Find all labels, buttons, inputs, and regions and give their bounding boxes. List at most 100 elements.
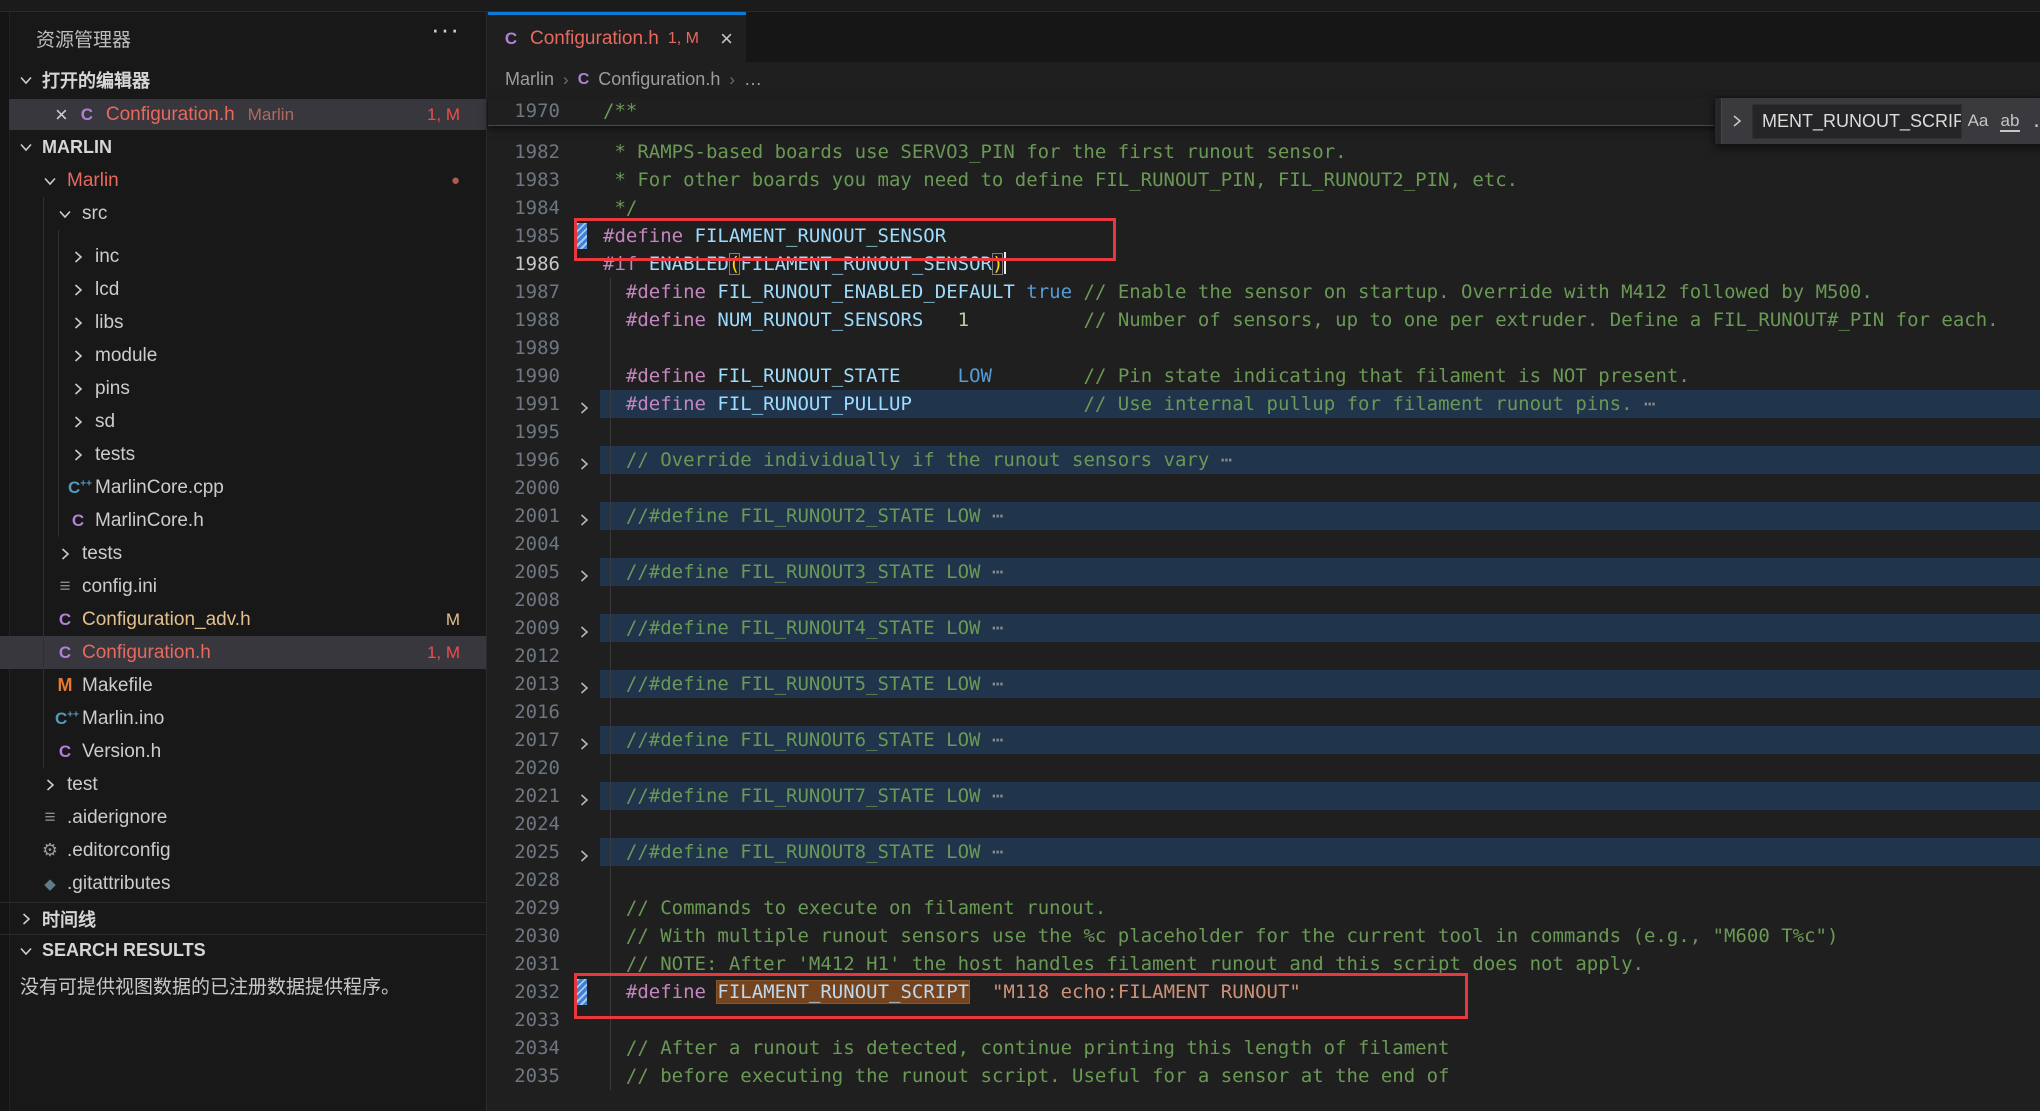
tree-item--editorconfig[interactable]: ⚙.editorconfig [0, 834, 486, 867]
breadcrumb[interactable]: Marlin › C Configuration.h › … [488, 62, 2040, 97]
tree-item-configuration-h[interactable]: CConfiguration.h1, M [0, 636, 486, 669]
tree-item-config-ini[interactable]: ≡config.ini [0, 570, 486, 603]
chevron-down-icon[interactable] [40, 173, 60, 189]
chevron-right-icon[interactable] [68, 447, 88, 463]
fold-chevron-icon[interactable] [576, 732, 596, 748]
fold-chevron-icon[interactable] [576, 788, 596, 804]
code-line-2024[interactable]: 2024 [488, 810, 2040, 838]
code-line-2013[interactable]: 2013 //#define FIL_RUNOUT5_STATE LOW ⋯ [488, 670, 2040, 698]
find-widget-grip[interactable] [1715, 98, 1722, 144]
code-line-2000[interactable]: 2000 [488, 474, 2040, 502]
fold-chevron-icon[interactable] [576, 396, 596, 412]
tree-item-src[interactable]: src [0, 197, 486, 230]
fold-chevron-icon[interactable] [576, 508, 596, 524]
close-icon[interactable]: × [720, 28, 733, 50]
chevron-down-icon[interactable] [55, 206, 75, 222]
tree-item--gitattributes[interactable]: ◆.gitattributes [0, 867, 486, 900]
chevron-right-icon[interactable] [68, 381, 88, 397]
tree-item-label: tests [82, 543, 122, 565]
chevron-right-icon[interactable] [68, 315, 88, 331]
code-line-2020[interactable]: 2020 [488, 754, 2040, 782]
tree-item-marlincore-cpp[interactable]: C++MarlinCore.cpp [0, 471, 486, 504]
code-line-2025[interactable]: 2025 //#define FIL_RUNOUT8_STATE LOW ⋯ [488, 838, 2040, 866]
toggle-replace-chevron-icon[interactable] [1722, 113, 1752, 129]
tree-item-configuration-adv-h[interactable]: CConfiguration_adv.hM [0, 603, 486, 636]
chevron-right-icon[interactable] [68, 249, 88, 265]
chevron-right-icon[interactable] [68, 348, 88, 364]
code-line-2030[interactable]: 2030 // With multiple runout sensors use… [488, 922, 2040, 950]
code-line-1986[interactable]: 1986#if ENABLED(FILAMENT_RUNOUT_SENSOR) [488, 250, 2040, 278]
section-search-results[interactable]: SEARCH RESULTS [0, 934, 486, 966]
code-line-1987[interactable]: 1987 #define FIL_RUNOUT_ENABLED_DEFAULT … [488, 278, 2040, 306]
tree-item-libs[interactable]: libs [0, 306, 486, 339]
tree-item-label: test [67, 774, 98, 796]
code-line-2017[interactable]: 2017 //#define FIL_RUNOUT6_STATE LOW ⋯ [488, 726, 2040, 754]
fold-chevron-icon[interactable] [576, 676, 596, 692]
chevron-right-icon[interactable] [68, 282, 88, 298]
code-line-2008[interactable]: 2008 [488, 586, 2040, 614]
chevron-right-icon[interactable] [68, 414, 88, 430]
code-line-2033[interactable]: 2033 [488, 1006, 2040, 1034]
tree-item-tests[interactable]: tests [0, 537, 486, 570]
open-editor-item-configuration-h[interactable]: × C Configuration.h Marlin 1, M [9, 99, 486, 130]
code-line-1984[interactable]: 1984 */ [488, 194, 2040, 222]
tree-item-module[interactable]: module [0, 339, 486, 372]
code-line-1996[interactable]: 1996 // Override individually if the run… [488, 446, 2040, 474]
tree-item-makefile[interactable]: MMakefile [0, 669, 486, 702]
code-line-2009[interactable]: 2009 //#define FIL_RUNOUT4_STATE LOW ⋯ [488, 614, 2040, 642]
more-actions-icon[interactable]: ··· [431, 14, 460, 45]
code-area[interactable]: 1970/** 1981 1982 * RAMPS-based boards u… [488, 97, 2040, 1111]
tree-item-lcd[interactable]: lcd [0, 273, 486, 306]
code-line-2032[interactable]: 2032 #define FILAMENT_RUNOUT_SCRIPT "M11… [488, 978, 2040, 1006]
code-line-1990[interactable]: 1990 #define FIL_RUNOUT_STATE LOW // Pin… [488, 362, 2040, 390]
tree-item-version-h[interactable]: CVersion.h [0, 735, 486, 768]
code-line-1991[interactable]: 1991 #define FIL_RUNOUT_PULLUP // Use in… [488, 390, 2040, 418]
code-line-1988[interactable]: 1988 #define NUM_RUNOUT_SENSORS 1 // Num… [488, 306, 2040, 334]
close-icon[interactable]: × [55, 104, 68, 126]
clipped-tree-row [0, 230, 486, 240]
chevron-right-icon[interactable] [40, 777, 60, 793]
code-line-2028[interactable]: 2028 [488, 866, 2040, 894]
code-line-1995[interactable]: 1995 [488, 418, 2040, 446]
tree-item-sd[interactable]: sd [0, 405, 486, 438]
code-line-2004[interactable]: 2004 [488, 530, 2040, 558]
section-workspace-marlin[interactable]: MARLIN [0, 131, 486, 163]
code-line-2012[interactable]: 2012 [488, 642, 2040, 670]
code-line-2031[interactable]: 2031 // NOTE: After 'M412 H1' the host h… [488, 950, 2040, 978]
tree-item-marlin[interactable]: Marlin● [0, 164, 486, 197]
code-line-2021[interactable]: 2021 //#define FIL_RUNOUT7_STATE LOW ⋯ [488, 782, 2040, 810]
code-line-1985[interactable]: 1985#define FILAMENT_RUNOUT_SENSOR [488, 222, 2040, 250]
match-case-icon[interactable]: Aa [1962, 111, 1994, 131]
chevron-right-icon[interactable] [55, 546, 75, 562]
whole-word-icon[interactable]: ab [1994, 111, 2026, 131]
fold-chevron-icon[interactable] [576, 452, 596, 468]
code-line-1989[interactable]: 1989 [488, 334, 2040, 362]
tree-item-tests[interactable]: tests [0, 438, 486, 471]
code-line-2001[interactable]: 2001 //#define FIL_RUNOUT2_STATE LOW ⋯ [488, 502, 2040, 530]
section-open-editors[interactable]: 打开的编辑器 [0, 64, 486, 96]
fold-chevron-icon[interactable] [576, 844, 596, 860]
breadcrumb-file[interactable]: Configuration.h [598, 69, 720, 90]
tree-item-marlincore-h[interactable]: CMarlinCore.h [0, 504, 486, 537]
code-line-2029[interactable]: 2029 // Commands to execute on filament … [488, 894, 2040, 922]
code-line-2034[interactable]: 2034 // After a runout is detected, cont… [488, 1034, 2040, 1062]
tree-item-pins[interactable]: pins [0, 372, 486, 405]
tree-item-marlin-ino[interactable]: C++Marlin.ino [0, 702, 486, 735]
tree-item--aiderignore[interactable]: ≡.aiderignore [0, 801, 486, 834]
tab-configuration-h[interactable]: C Configuration.h 1, M × [488, 12, 746, 62]
code-line-1983[interactable]: 1983 * For other boards you may need to … [488, 166, 2040, 194]
section-timeline[interactable]: 时间线 [0, 902, 486, 934]
fold-chevron-icon[interactable] [576, 564, 596, 580]
fold-chevron-icon[interactable] [576, 620, 596, 636]
tree-item-inc[interactable]: inc [0, 240, 486, 273]
breadcrumb-tail[interactable]: … [744, 69, 762, 90]
tab-title: Configuration.h [530, 28, 659, 50]
tree-item-test[interactable]: test [0, 768, 486, 801]
breadcrumb-root[interactable]: Marlin [505, 69, 554, 90]
code-line-2005[interactable]: 2005 //#define FIL_RUNOUT3_STATE LOW ⋯ [488, 558, 2040, 586]
find-input[interactable]: MENT_RUNOUT_SCRIPT [1752, 104, 1962, 139]
regex-icon[interactable]: .* [2026, 111, 2040, 132]
breadcrumb-separator: › [563, 70, 569, 90]
code-line-2016[interactable]: 2016 [488, 698, 2040, 726]
code-line-2035[interactable]: 2035 // before executing the runout scri… [488, 1062, 2040, 1090]
